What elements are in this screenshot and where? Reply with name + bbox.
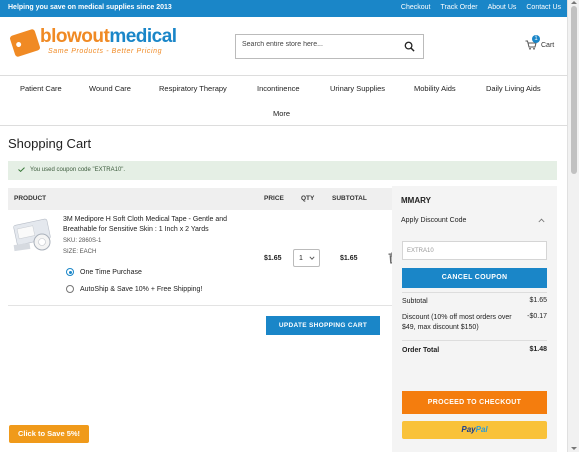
mini-cart[interactable]: 1 Cart — [525, 35, 555, 50]
discount-label: Discount (10% off most orders over $49, … — [402, 314, 512, 331]
order-summary-panel: MMARY Apply Discount Code EXTRA10 CANCEL… — [392, 186, 557, 452]
nav-item-urinary-supplies[interactable]: Urinary Supplies — [330, 84, 385, 93]
summary-title: MMARY — [401, 196, 431, 205]
quantity-select[interactable]: 1 — [293, 249, 320, 267]
checkmark-icon — [18, 167, 25, 172]
subtotal-value: $1.65 — [529, 297, 547, 304]
subtotal-label: Subtotal — [402, 298, 428, 305]
success-message-text: You used coupon code "EXTRA10". — [30, 167, 126, 173]
quantity-value: 1 — [299, 255, 303, 262]
option-one-time-purchase[interactable]: One Time Purchase — [66, 268, 142, 276]
link-track-order[interactable]: Track Order — [441, 4, 478, 11]
nav-item-wound-care[interactable]: Wound Care — [89, 84, 131, 93]
cart-count-badge: 1 — [532, 35, 540, 43]
page-scrollbar[interactable] — [567, 0, 579, 452]
main-navigation: Patient Care Wound Care Respiratory Ther… — [0, 75, 567, 126]
chevron-up-icon[interactable] — [538, 218, 545, 223]
scrollbar-thumb[interactable] — [571, 6, 577, 174]
link-about-us[interactable]: About Us — [488, 4, 517, 11]
product-size: SIZE: EACH — [63, 249, 97, 255]
nav-item-patient-care[interactable]: Patient Care — [20, 84, 62, 93]
logo-word-medical: medical — [109, 26, 177, 47]
summary-divider — [402, 292, 547, 293]
coupon-code-value: EXTRA10 — [407, 248, 434, 254]
nav-item-incontinence[interactable]: Incontinence — [257, 84, 300, 93]
option-label: One Time Purchase — [80, 268, 142, 276]
nav-item-mobility-aids[interactable]: Mobility Aids — [414, 84, 456, 93]
cancel-coupon-button[interactable]: CANCEL COUPON — [402, 268, 547, 288]
product-name[interactable]: 3M Medipore H Soft Cloth Medical Tape - … — [63, 215, 248, 235]
radio-selected-icon[interactable] — [66, 268, 74, 276]
search-input[interactable] — [242, 41, 392, 48]
row-divider — [8, 305, 392, 306]
save-promo-button[interactable]: Click to Save 5%! — [9, 425, 89, 443]
radio-unselected-icon[interactable] — [66, 285, 74, 293]
header-qty: QTY — [301, 195, 315, 202]
option-autoship[interactable]: AutoShip & Save 10% + Free Shipping! — [66, 285, 202, 293]
search-icon[interactable] — [404, 41, 415, 52]
summary-divider — [402, 340, 547, 341]
item-price: $1.65 — [264, 255, 282, 262]
site-logo[interactable]: blowoutmedical Same Products - Better Pr… — [9, 26, 197, 62]
order-total-label: Order Total — [402, 347, 440, 354]
discount-value: -$0.17 — [527, 313, 547, 320]
link-checkout[interactable]: Checkout — [401, 4, 431, 11]
discount-code-heading[interactable]: Apply Discount Code — [401, 217, 466, 224]
coupon-code-field[interactable]: EXTRA10 — [402, 241, 547, 260]
nav-item-daily-living-aids[interactable]: Daily Living Aids — [486, 84, 541, 93]
header-subtotal: SUBTOTAL — [332, 195, 367, 202]
top-bar: Helping you save on medical supplies sin… — [0, 0, 567, 17]
cart-label: Cart — [541, 41, 555, 49]
header-price: PRICE — [264, 195, 284, 202]
nav-item-respiratory-therapy[interactable]: Respiratory Therapy — [159, 84, 227, 93]
chevron-down-icon — [309, 256, 315, 260]
order-total-value: $1.48 — [529, 346, 547, 353]
product-image[interactable] — [12, 216, 56, 254]
logo-word-blowout: blowout — [40, 26, 110, 47]
nav-item-more[interactable]: More — [273, 109, 290, 118]
page-title: Shopping Cart — [8, 136, 92, 151]
logo-wordmark: blowoutmedical — [40, 26, 177, 48]
top-links: Checkout Track Order About Us Contact Us — [401, 4, 561, 11]
proceed-to-checkout-button[interactable]: PROCEED TO CHECKOUT — [402, 391, 547, 414]
tagline: Helping you save on medical supplies sin… — [8, 4, 172, 11]
product-sku: SKU: 2860S-1 — [63, 238, 102, 244]
item-subtotal: $1.65 — [340, 255, 358, 262]
cart-table-header: PRODUCT PRICE QTY SUBTOTAL — [8, 188, 414, 210]
search-box — [235, 34, 424, 59]
link-contact-us[interactable]: Contact Us — [526, 4, 561, 11]
paypal-logo-pal: Pal — [475, 425, 488, 434]
price-tag-icon — [9, 28, 41, 58]
update-cart-button[interactable]: UPDATE SHOPPING CART — [266, 316, 380, 335]
header-product: PRODUCT — [14, 195, 47, 202]
cart-icon: 1 — [525, 35, 540, 50]
scroll-up-arrow-icon[interactable] — [571, 1, 577, 4]
logo-slogan: Same Products - Better Pricing — [48, 48, 163, 55]
success-message: You used coupon code "EXTRA10". — [8, 161, 557, 180]
summary-discount-row: Discount (10% off most orders over $49, … — [402, 313, 547, 335]
paypal-button[interactable]: PayPal — [402, 421, 547, 439]
paypal-logo-pay: Pay — [461, 425, 476, 434]
scroll-down-arrow-icon[interactable] — [571, 447, 577, 450]
option-label: AutoShip & Save 10% + Free Shipping! — [80, 285, 203, 293]
